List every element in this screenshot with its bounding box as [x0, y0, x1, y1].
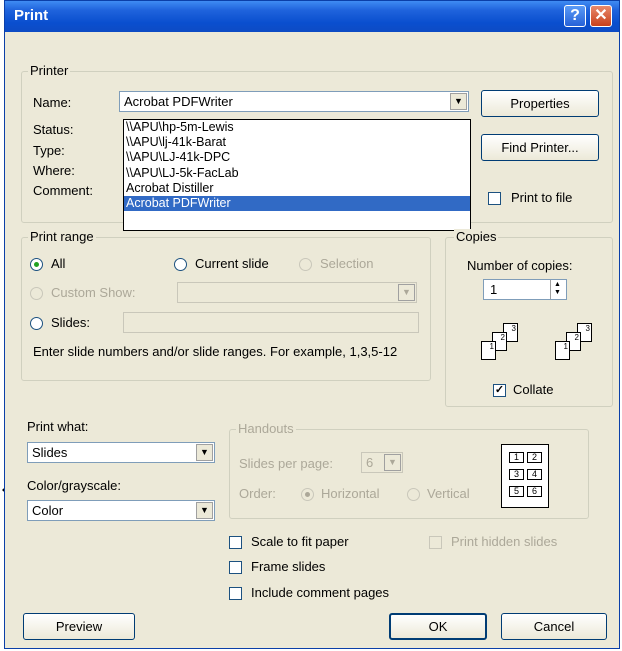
frame-slides-checkbox[interactable]	[229, 561, 242, 574]
chevron-down-icon[interactable]: ▼	[450, 93, 467, 110]
print-to-file-checkbox[interactable]	[488, 192, 501, 205]
close-icon[interactable]: ✕	[590, 5, 612, 27]
spin-up-icon[interactable]: ▲	[554, 281, 561, 288]
dropdown-item[interactable]: \\APU\LJ-5k-FacLab	[124, 166, 470, 181]
preview-button[interactable]: Preview	[23, 613, 135, 640]
custom-show-select: ▼	[177, 282, 417, 303]
status-label: Status:	[33, 122, 74, 137]
dialog-title: Print	[14, 7, 49, 24]
cancel-button[interactable]: Cancel	[501, 613, 607, 640]
print-what-value: Slides	[32, 445, 68, 460]
color-grayscale-select[interactable]: Color ▼	[27, 500, 215, 521]
chevron-down-icon[interactable]: ▼	[196, 502, 213, 519]
print-hidden-slides-checkbox	[429, 536, 442, 549]
handouts-group-label: Handouts	[236, 421, 296, 436]
spin-down-icon[interactable]: ▼	[554, 289, 561, 296]
scale-to-fit-label: Scale to fit paper	[251, 534, 349, 549]
print-what-select[interactable]: Slides ▼	[27, 442, 215, 463]
slides-radio[interactable]	[30, 317, 43, 330]
all-radio-label: All	[51, 256, 66, 271]
print-range-hint: Enter slide numbers and/or slide ranges.…	[33, 344, 398, 359]
page-number: 3	[585, 324, 590, 333]
printer-group-label: Printer	[28, 63, 71, 78]
selection-label: Selection	[320, 256, 374, 271]
dropdown-item[interactable]: Acrobat Distiller	[124, 181, 470, 196]
name-label: Name:	[33, 95, 72, 110]
slides-per-page-select: 6 ▼	[361, 452, 403, 473]
frame-slides-label: Frame slides	[251, 559, 326, 574]
order-label: Order:	[239, 486, 276, 501]
printer-name-value: Acrobat PDFWriter	[124, 94, 233, 109]
include-comment-pages-label: Include comment pages	[251, 585, 390, 600]
color-grayscale-label: Color/grayscale:	[27, 478, 121, 493]
horizontal-radio	[301, 488, 314, 501]
ok-button[interactable]: OK	[389, 613, 487, 640]
slides-per-page-label: Slides per page:	[239, 456, 333, 471]
number-of-copies-value: 1	[490, 282, 498, 297]
find-printer-button[interactable]: Find Printer...	[481, 134, 599, 161]
chevron-down-icon[interactable]: ▼	[196, 444, 213, 461]
collate-label: Collate	[513, 382, 554, 397]
dropdown-item[interactable]: \\APU\lj-41k-Barat	[124, 135, 470, 150]
dropdown-item-selected[interactable]: Acrobat PDFWriter	[124, 195, 470, 212]
vertical-label: Vertical	[427, 486, 470, 501]
chevron-down-icon: ▼	[384, 454, 401, 471]
horizontal-label: Horizontal	[321, 486, 380, 501]
page-number: 3	[511, 324, 516, 333]
print-dialog: Print ? ✕ Printer Name: Status: Type: Wh…	[4, 0, 620, 649]
page-number: 2	[500, 333, 505, 342]
handout-cell: 4	[527, 469, 542, 480]
include-comment-pages-checkbox[interactable]	[229, 587, 242, 600]
custom-show-radio	[30, 287, 43, 300]
slides-input[interactable]	[123, 312, 419, 333]
handout-cell: 1	[509, 452, 524, 463]
custom-show-label: Custom Show:	[51, 285, 136, 300]
number-of-copies-input[interactable]: 1 ▲ ▼	[483, 279, 567, 300]
where-label: Where:	[33, 163, 75, 178]
comment-label: Comment:	[33, 183, 93, 198]
slides-per-page-value: 6	[366, 455, 374, 470]
selection-radio	[299, 258, 312, 271]
title-bar: Print ? ✕	[5, 1, 619, 32]
page-number: 1	[489, 342, 494, 351]
copies-group-label: Copies	[454, 229, 499, 244]
printer-dropdown-list[interactable]: \\APU\hp-5m-Lewis \\APU\lj-41k-Barat \\A…	[123, 119, 471, 231]
printer-name-select[interactable]: Acrobat PDFWriter ▼	[119, 91, 469, 112]
help-icon[interactable]: ?	[564, 5, 586, 27]
number-of-copies-label: Number of copies:	[467, 258, 573, 273]
print-what-label: Print what:	[27, 419, 89, 434]
type-label: Type:	[33, 143, 65, 158]
handout-layout-preview-icon: 1 2 3 4 5 6	[501, 444, 549, 508]
print-range-label: Print range	[28, 229, 96, 244]
handout-cell: 5	[509, 486, 524, 497]
dropdown-item[interactable]: \\APU\hp-5m-Lewis	[124, 120, 470, 135]
current-slide-radio[interactable]	[174, 258, 187, 271]
chevron-down-icon: ▼	[398, 284, 415, 301]
vertical-radio	[407, 488, 420, 501]
current-slide-label: Current slide	[195, 256, 269, 271]
dropdown-item[interactable]: \\APU\LJ-41k-DPC	[124, 150, 470, 165]
properties-button[interactable]: Properties	[481, 90, 599, 117]
page-number: 1	[563, 342, 568, 351]
handout-cell: 2	[527, 452, 542, 463]
copies-spinner[interactable]: ▲ ▼	[550, 280, 566, 299]
handout-cell: 3	[509, 469, 524, 480]
handout-cell: 6	[527, 486, 542, 497]
all-radio[interactable]	[30, 258, 43, 271]
collate-checkbox[interactable]: ✓	[493, 384, 506, 397]
print-hidden-slides-label: Print hidden slides	[451, 534, 558, 549]
print-to-file-label: Print to file	[511, 190, 573, 205]
scale-to-fit-checkbox[interactable]	[229, 536, 242, 549]
color-grayscale-value: Color	[32, 503, 64, 518]
page-number: 2	[574, 333, 579, 342]
slides-label: Slides:	[51, 315, 91, 330]
